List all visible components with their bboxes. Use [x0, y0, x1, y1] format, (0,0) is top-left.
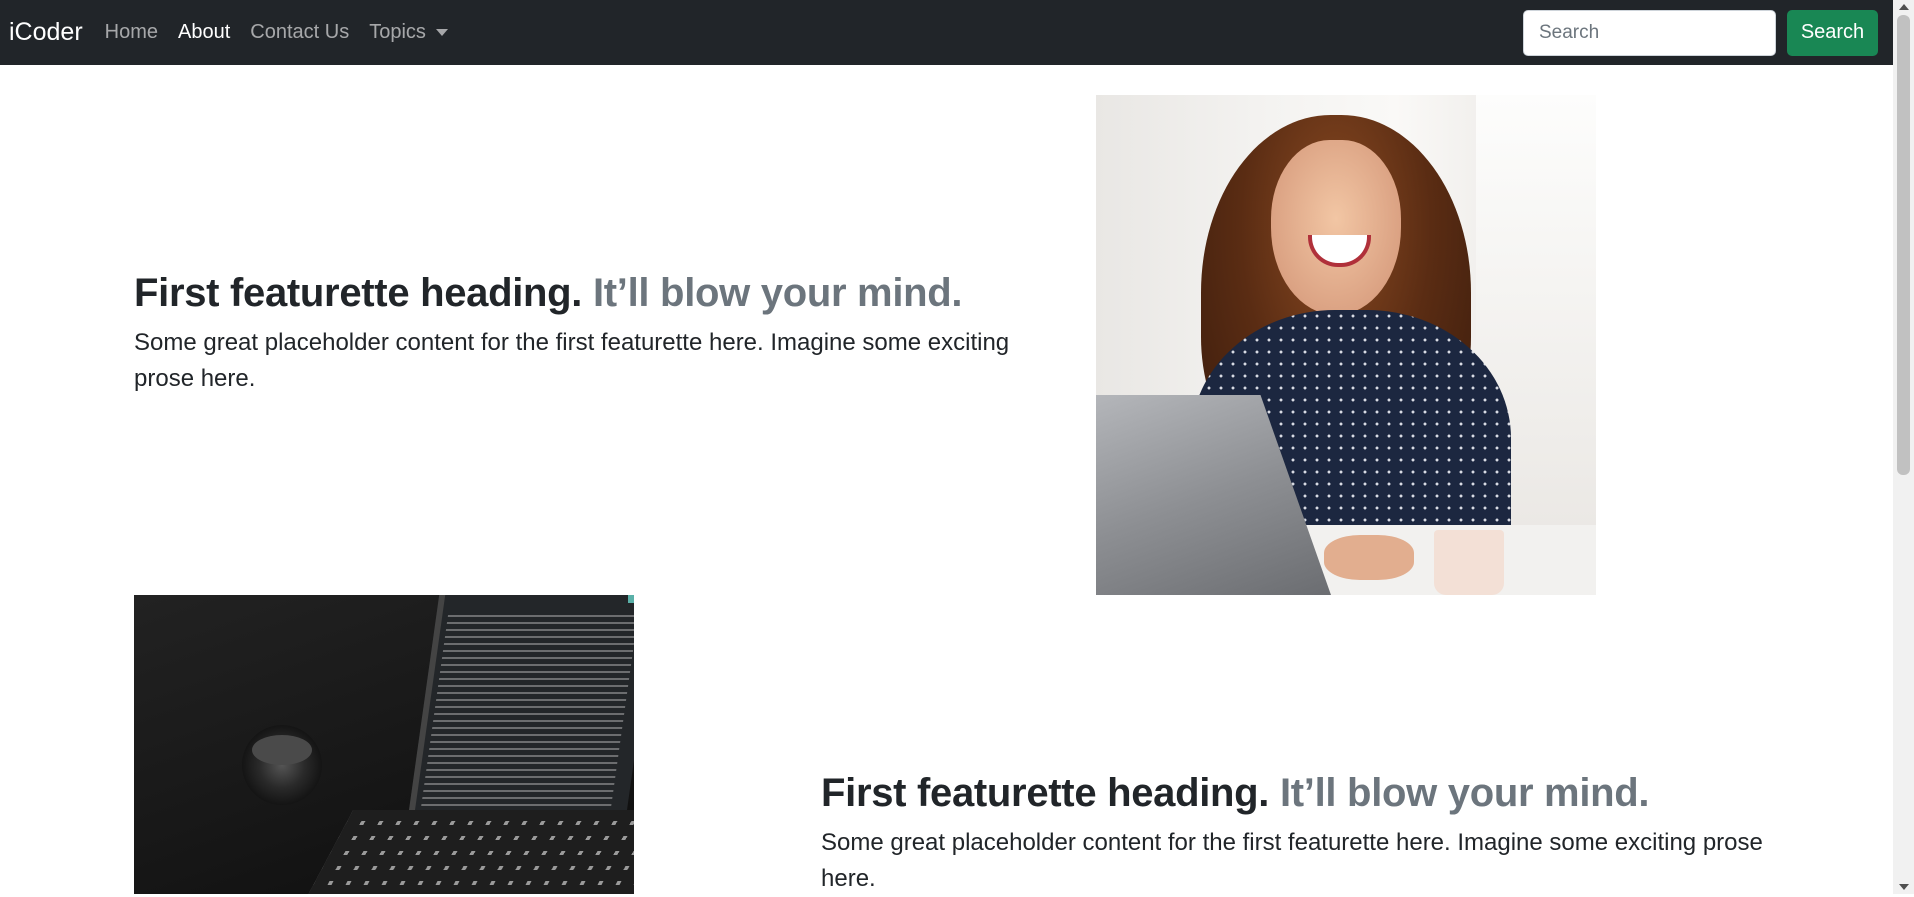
scroll-thumb[interactable] [1897, 15, 1910, 475]
featurette-1-lead: Some great placeholder content for the f… [134, 329, 1010, 392]
nav-link-contact-us[interactable]: Contact Us [250, 21, 349, 44]
vertical-scrollbar[interactable] [1893, 0, 1914, 894]
nav-link-about[interactable]: About [178, 21, 230, 44]
search-button[interactable]: Search [1787, 9, 1878, 56]
laptop-keyboard [294, 810, 634, 894]
caret-down-icon [435, 29, 448, 36]
search-form: Search [1523, 9, 1878, 56]
code-lines [419, 615, 634, 815]
featurette-1-image [1096, 95, 1596, 595]
lens-cap-label [252, 735, 312, 765]
search-input[interactable] [1523, 9, 1776, 56]
accent-corner [628, 595, 634, 603]
scroll-down-arrow-icon[interactable] [1899, 884, 1909, 890]
featurette-2-text: First featurette heading. It’ll blow you… [821, 769, 1771, 897]
featurette-2-lead: Some great placeholder content for the f… [821, 829, 1763, 892]
featurette-1-heading: First featurette heading. It’ll blow you… [134, 269, 1074, 317]
featurette-2-heading: First featurette heading. It’ll blow you… [821, 769, 1771, 817]
face [1271, 140, 1401, 315]
featurette-2-heading-muted: It’ll blow your mind. [1279, 771, 1650, 815]
brand-link[interactable]: iCoder [9, 18, 83, 47]
featurette-1-text: First featurette heading. It’ll blow you… [134, 269, 1074, 397]
nav-link-home[interactable]: Home [105, 21, 158, 44]
hands [1324, 535, 1414, 580]
nav-dropdown-topics-label: Topics [369, 21, 426, 43]
mug [1434, 530, 1504, 595]
scroll-up-arrow-icon[interactable] [1899, 4, 1909, 10]
featurette-1-heading-muted: It’ll blow your mind. [592, 271, 963, 315]
featurette-2-heading-main: First featurette heading. [821, 771, 1270, 815]
navbar: iCoder Home About Contact Us Topics Sear… [0, 0, 1893, 65]
featurette-1-heading-main: First featurette heading. [134, 271, 583, 315]
nav-dropdown-topics[interactable]: Topics [369, 21, 448, 44]
featurette-2-image [134, 595, 634, 894]
